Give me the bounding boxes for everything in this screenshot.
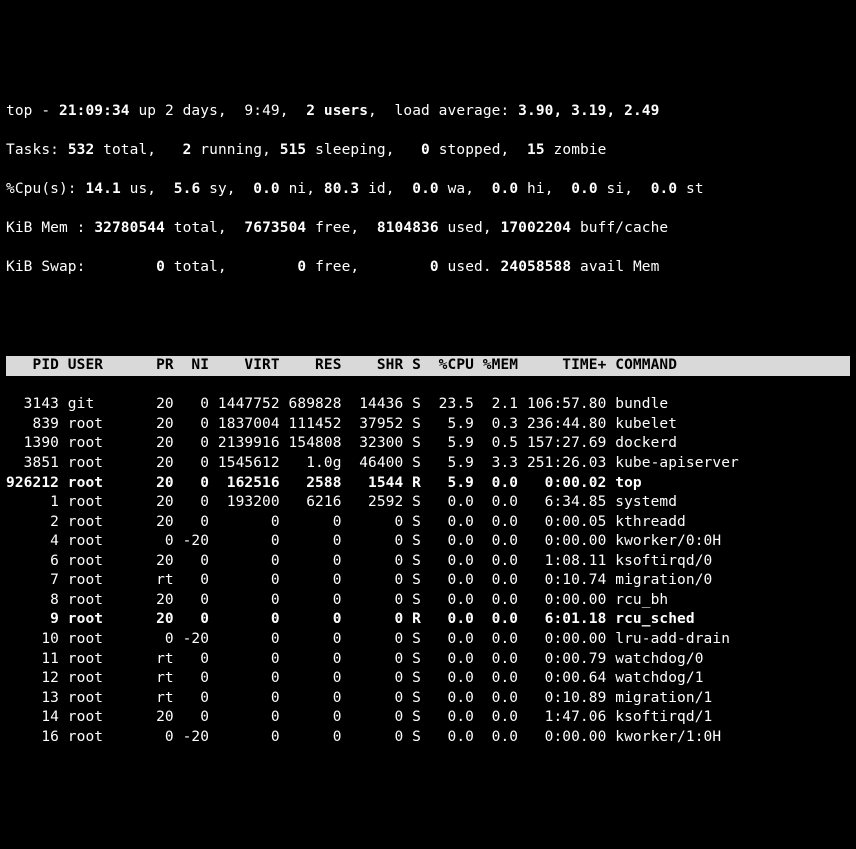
process-row[interactable]: 10 root 0 -20 0 0 0 S 0.0 0.0 0:00.00 lr… [6, 630, 850, 650]
process-row[interactable]: 3143 git 20 0 1447752 689828 14436 S 23.… [6, 395, 850, 415]
process-row[interactable]: 11 root rt 0 0 0 0 S 0.0 0.0 0:00.79 wat… [6, 650, 850, 670]
process-row[interactable]: 2 root 20 0 0 0 0 S 0.0 0.0 0:00.05 kthr… [6, 513, 850, 533]
summary-line-cpu: %Cpu(s): 14.1 us, 5.6 sy, 0.0 ni, 80.3 i… [6, 180, 850, 200]
process-row[interactable]: 4 root 0 -20 0 0 0 S 0.0 0.0 0:00.00 kwo… [6, 532, 850, 552]
top-summary: top - 21:09:34 up 2 days, 9:49, 2 users,… [6, 82, 850, 297]
process-row[interactable]: 3851 root 20 0 1545612 1.0g 46400 S 5.9 … [6, 454, 850, 474]
summary-line-tasks: Tasks: 532 total, 2 running, 515 sleepin… [6, 141, 850, 161]
process-row[interactable]: 12 root rt 0 0 0 0 S 0.0 0.0 0:00.64 wat… [6, 669, 850, 689]
process-row[interactable]: 839 root 20 0 1837004 111452 37952 S 5.9… [6, 415, 850, 435]
process-row[interactable]: 7 root rt 0 0 0 0 S 0.0 0.0 0:10.74 migr… [6, 571, 850, 591]
summary-line-swap: KiB Swap: 0 total, 0 free, 0 used. 24058… [6, 258, 850, 278]
process-row[interactable]: 14 root 20 0 0 0 0 S 0.0 0.0 1:47.06 kso… [6, 708, 850, 728]
process-list[interactable]: 3143 git 20 0 1447752 689828 14436 S 23.… [6, 395, 850, 747]
process-row[interactable]: 16 root 0 -20 0 0 0 S 0.0 0.0 0:00.00 kw… [6, 728, 850, 748]
summary-line-uptime: top - 21:09:34 up 2 days, 9:49, 2 users,… [6, 102, 850, 122]
process-row[interactable]: 1390 root 20 0 2139916 154808 32300 S 5.… [6, 434, 850, 454]
process-row[interactable]: 13 root rt 0 0 0 0 S 0.0 0.0 0:10.89 mig… [6, 689, 850, 709]
process-row[interactable]: 8 root 20 0 0 0 0 S 0.0 0.0 0:00.00 rcu_… [6, 591, 850, 611]
column-header[interactable]: PID USER PR NI VIRT RES SHR S %CPU %MEM … [6, 356, 850, 376]
process-row[interactable]: 926212 root 20 0 162516 2588 1544 R 5.9 … [6, 474, 850, 494]
summary-line-mem: KiB Mem : 32780544 total, 7673504 free, … [6, 219, 850, 239]
process-row[interactable]: 1 root 20 0 193200 6216 2592 S 0.0 0.0 6… [6, 493, 850, 513]
process-row[interactable]: 6 root 20 0 0 0 0 S 0.0 0.0 1:08.11 ksof… [6, 552, 850, 572]
process-row[interactable]: 9 root 20 0 0 0 0 R 0.0 0.0 6:01.18 rcu_… [6, 610, 850, 630]
blank-line [6, 317, 850, 337]
